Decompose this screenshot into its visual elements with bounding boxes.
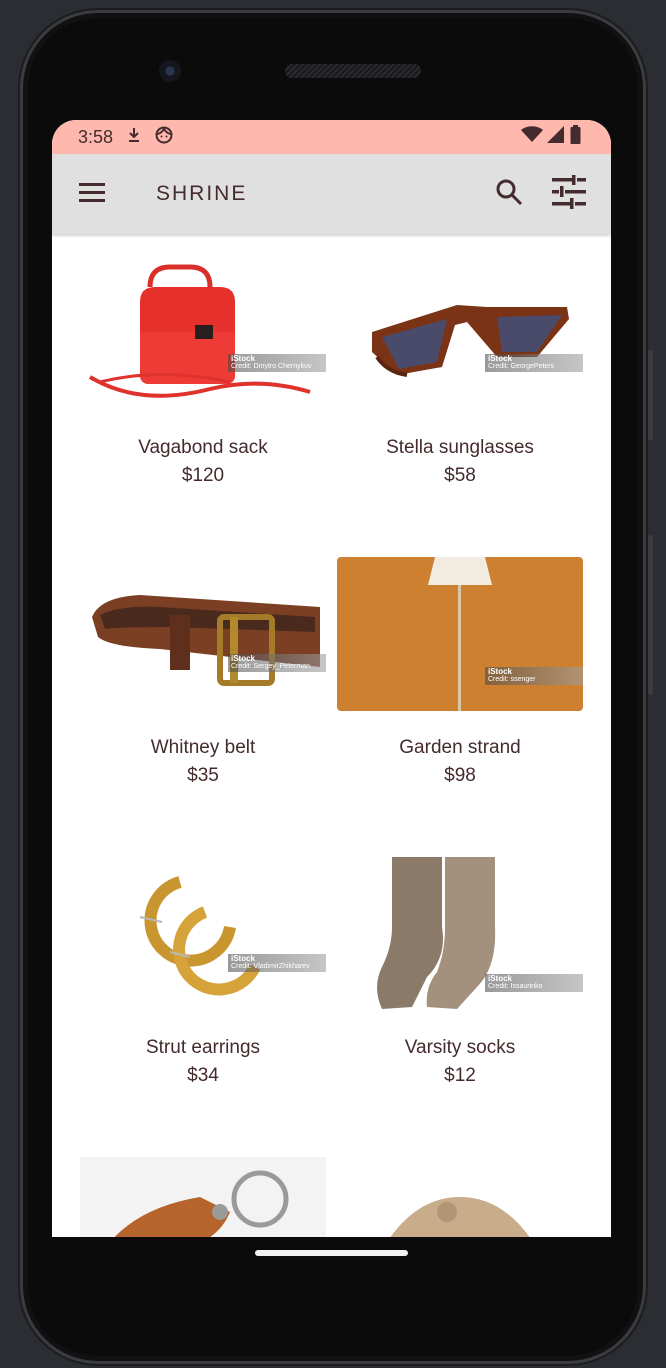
status-bar: 3:58: [52, 120, 611, 154]
menu-button[interactable]: [52, 154, 132, 234]
product-price: $12: [444, 1065, 476, 1086]
power-button: [648, 535, 653, 695]
product-card[interactable]: iStock Credit: GeorgePeters Stella sungla…: [337, 257, 583, 491]
filter-button[interactable]: [539, 154, 599, 234]
image-credit: iStock Credit: VladimirZhikharev: [228, 954, 326, 972]
earpiece-speaker: [285, 64, 421, 78]
menu-icon: [78, 181, 106, 208]
download-notification-icon: [127, 127, 141, 148]
product-image: iStock Credit: Issaurinko: [337, 857, 583, 1011]
product-card[interactable]: iStock Credit: Dmytro Chernykov Vagabond …: [80, 257, 326, 491]
search-icon: [495, 178, 523, 211]
product-price: $98: [444, 765, 476, 786]
cellular-signal-icon: [547, 126, 565, 148]
app-screen: 3:58 SHRINE iStock Credit: Dmytro Cherny…: [52, 120, 611, 1237]
product-card[interactable]: iStock Credit: ssenger Garden strand $98: [337, 557, 583, 791]
product-name: Strut earrings: [145, 1037, 261, 1058]
wifi-icon: [521, 126, 543, 148]
product-image: [80, 1157, 326, 1237]
search-button[interactable]: [479, 154, 539, 234]
product-price: $35: [187, 765, 219, 786]
image-credit: iStock Credit: Issaurinko: [485, 974, 583, 992]
product-price: $34: [187, 1065, 219, 1086]
product-image: iStock Credit: Dmytro Chernykov: [80, 257, 326, 411]
battery-icon: [569, 124, 583, 150]
product-name: Varsity socks: [404, 1037, 516, 1058]
image-credit: iStock Credit: GeorgePeters: [485, 354, 583, 372]
product-price: $120: [181, 465, 225, 486]
image-credit: iStock Credit: Sergey_Peterman: [228, 654, 326, 672]
product-card[interactable]: [337, 1157, 583, 1237]
product-card[interactable]: [80, 1157, 326, 1237]
product-card[interactable]: iStock Credit: Sergey_Peterman Whitney be…: [80, 557, 326, 791]
image-credit: iStock Credit: Dmytro Chernykov: [228, 354, 326, 372]
status-time: 3:58: [78, 126, 114, 147]
product-name: Stella sunglasses: [386, 437, 534, 458]
product-name: Vagabond sack: [138, 437, 268, 458]
product-image: iStock Credit: GeorgePeters: [337, 257, 583, 411]
product-image: iStock Credit: VladimirZhikharev: [80, 857, 326, 1011]
home-gesture-bar[interactable]: [255, 1250, 408, 1256]
top-app-bar: SHRINE: [52, 154, 611, 234]
product-name: Garden strand: [399, 737, 521, 758]
product-image: iStock Credit: ssenger: [337, 557, 583, 711]
product-card[interactable]: iStock Credit: VladimirZhikharev Strut ea…: [80, 857, 326, 1091]
tune-icon: [551, 174, 587, 214]
product-name: Whitney belt: [150, 737, 256, 758]
product-image: iStock Credit: Sergey_Peterman: [80, 557, 326, 711]
product-card[interactable]: iStock Credit: Issaurinko Varsity socks $…: [337, 857, 583, 1091]
product-image: [337, 1157, 583, 1237]
face-notification-icon: [155, 126, 173, 149]
product-price: $58: [444, 465, 476, 486]
image-credit: iStock Credit: ssenger: [485, 667, 583, 685]
volume-button: [648, 350, 653, 440]
front-camera: [159, 60, 181, 82]
app-title: SHRINE: [156, 182, 248, 205]
